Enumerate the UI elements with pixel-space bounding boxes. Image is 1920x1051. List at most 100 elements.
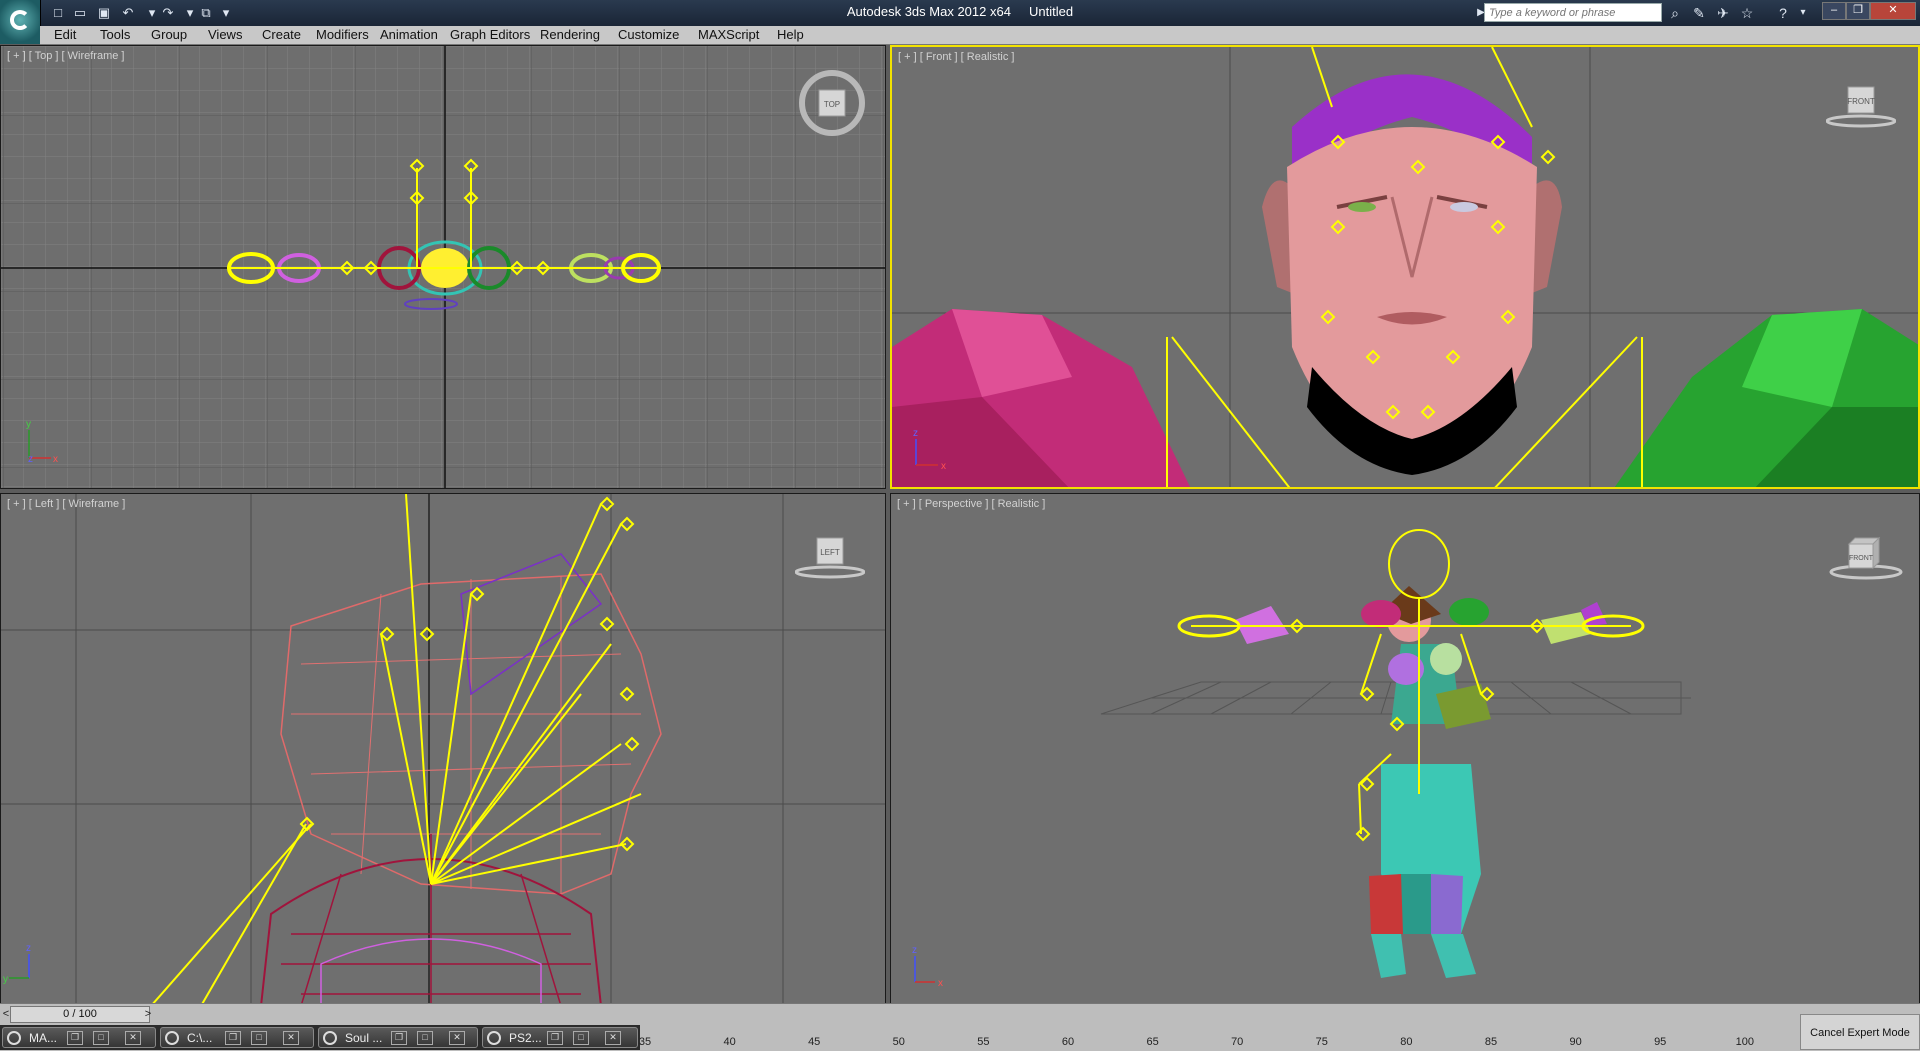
ruler-tick-label: 85 xyxy=(1484,1036,1498,1048)
taskbar-item-label: Soul ... xyxy=(345,1031,383,1045)
close-icon[interactable]: ✕ xyxy=(605,1031,621,1045)
help-icon[interactable]: ? xyxy=(1772,3,1794,23)
restore-icon[interactable]: ❐ xyxy=(547,1031,563,1045)
axis-z-label: z xyxy=(912,945,917,956)
quick-access-dropdown-icon[interactable]: ▾ xyxy=(216,3,236,23)
viewport-front[interactable]: z x [ + ] [ Front ] [ Realistic ] FRONT xyxy=(890,45,1920,489)
left-viewport-canvas: z y xyxy=(1,494,885,1004)
menu-help[interactable]: Help xyxy=(777,27,804,42)
taskbar-item-label: C:\... xyxy=(187,1031,213,1045)
ruler-tick-label: 45 xyxy=(808,1036,821,1048)
ruler-tick-label: 100 xyxy=(1735,1036,1754,1048)
top-viewport-canvas: y x z xyxy=(1,46,885,488)
redo-icon[interactable]: ↷ xyxy=(158,3,178,23)
undo-icon[interactable]: ↶ xyxy=(118,3,138,23)
taskbar-item-max[interactable]: MA... ❐ □ ✕ xyxy=(2,1027,156,1048)
menu-animation[interactable]: Animation xyxy=(380,27,438,42)
viewcube-left[interactable]: LEFT xyxy=(795,532,865,582)
menu-create[interactable]: Create xyxy=(262,27,301,42)
maximize-icon[interactable]: □ xyxy=(93,1031,109,1045)
viewport-label[interactable]: [ + ] [ Top ] [ Wireframe ] xyxy=(7,50,124,62)
axis-y-label: y xyxy=(3,974,8,985)
save-icon[interactable]: ▣ xyxy=(94,3,114,23)
app-icon xyxy=(165,1031,179,1045)
maximize-icon[interactable]: □ xyxy=(251,1031,267,1045)
axis-x-label: x xyxy=(941,461,946,472)
menu-modifiers[interactable]: Modifiers xyxy=(316,27,369,42)
ruler-tick-label: 95 xyxy=(1654,1036,1667,1048)
restore-button[interactable]: ❐ xyxy=(1846,2,1870,20)
app-icon xyxy=(7,1031,21,1045)
axis-z-label: z xyxy=(26,943,31,954)
menu-edit[interactable]: Edit xyxy=(54,27,76,42)
close-icon[interactable]: ✕ xyxy=(125,1031,141,1045)
minimize-button[interactable]: – xyxy=(1822,2,1846,20)
close-icon[interactable]: ✕ xyxy=(283,1031,299,1045)
perspective-viewport-canvas: z x xyxy=(891,494,1919,1004)
project-folder-icon[interactable]: ⧉ xyxy=(196,3,216,23)
taskbar-item-label: MA... xyxy=(29,1031,58,1045)
time-slider-next-button[interactable]: > xyxy=(142,1006,154,1023)
communication-center-icon[interactable]: ✈ xyxy=(1712,3,1734,23)
menu-maxscript[interactable]: MAXScript xyxy=(698,27,759,42)
axis-x-label: x xyxy=(938,978,943,989)
restore-icon[interactable]: ❐ xyxy=(225,1031,241,1045)
menu-graph-editors[interactable]: Graph Editors xyxy=(450,27,530,42)
menu-rendering[interactable]: Rendering xyxy=(540,27,600,42)
front-viewport-canvas: z x xyxy=(892,47,1918,487)
binoculars-icon[interactable]: ⌕ xyxy=(1664,3,1686,23)
time-slider[interactable]: 0 / 100 xyxy=(10,1006,150,1023)
taskbar-item-ps2[interactable]: PS2... ❐ □ ✕ xyxy=(482,1027,638,1048)
open-file-icon[interactable]: ▭ xyxy=(70,3,90,23)
viewport-left[interactable]: z y [ + ] [ Left ] [ Wireframe ] LEFT xyxy=(0,493,886,1005)
taskbar: MA... ❐ □ ✕ C:\... ❐ □ ✕ Soul ... ❐ □ ✕ … xyxy=(0,1025,640,1050)
ruler-tick-label: 75 xyxy=(1315,1036,1328,1048)
viewcube-perspective[interactable]: FRONT xyxy=(1829,530,1903,582)
maximize-icon[interactable]: □ xyxy=(573,1031,589,1045)
app-icon xyxy=(487,1031,501,1045)
viewcube-front[interactable]: FRONT xyxy=(1826,81,1896,131)
viewcube-face-label: FRONT xyxy=(1849,555,1874,562)
new-file-icon[interactable]: □ xyxy=(48,3,68,23)
ruler-tick-label: 35 xyxy=(638,1036,652,1048)
menu-bar: Edit Tools Group Views Create Modifiers … xyxy=(40,26,1920,45)
axis-z-label: z xyxy=(913,428,918,439)
maximize-icon[interactable]: □ xyxy=(417,1031,433,1045)
app-icon xyxy=(323,1031,337,1045)
viewport-label[interactable]: [ + ] [ Front ] [ Realistic ] xyxy=(898,51,1014,63)
menu-tools[interactable]: Tools xyxy=(100,27,130,42)
viewcube-top[interactable]: TOP xyxy=(799,70,865,136)
close-icon[interactable]: ✕ xyxy=(449,1031,465,1045)
menu-customize[interactable]: Customize xyxy=(618,27,679,42)
favorites-star-icon[interactable]: ☆ xyxy=(1736,3,1758,23)
menu-views[interactable]: Views xyxy=(208,27,242,42)
ruler-tick-label: 55 xyxy=(977,1036,990,1048)
ruler-tick-label: 40 xyxy=(723,1036,736,1048)
viewcube-face-label: TOP xyxy=(824,100,840,109)
menu-group[interactable]: Group xyxy=(151,27,187,42)
ruler-tick-label: 90 xyxy=(1569,1036,1582,1048)
help-dropdown-icon[interactable]: ▾ xyxy=(1792,3,1814,23)
search-input[interactable] xyxy=(1484,3,1662,22)
app-logo-icon[interactable] xyxy=(0,0,41,44)
restore-icon[interactable]: ❐ xyxy=(391,1031,407,1045)
taskbar-item-label: PS2... xyxy=(509,1031,542,1045)
restore-icon[interactable]: ❐ xyxy=(67,1031,83,1045)
viewport-perspective[interactable]: z x [ + ] [ Perspective ] [ Realistic ] … xyxy=(890,493,1920,1005)
ruler-tick-label: 80 xyxy=(1400,1036,1413,1048)
viewport-label[interactable]: [ + ] [ Left ] [ Wireframe ] xyxy=(7,498,125,510)
taskbar-item-soul[interactable]: Soul ... ❐ □ ✕ xyxy=(318,1027,478,1048)
close-button[interactable]: ✕ xyxy=(1870,2,1916,20)
ruler-tick-label: 65 xyxy=(1146,1036,1159,1048)
viewport-top[interactable]: y x z [ + ] [ Top ] [ Wireframe ] TOP xyxy=(0,45,886,489)
ruler-tick-label: 70 xyxy=(1231,1036,1244,1048)
cancel-expert-mode-button[interactable]: Cancel Expert Mode xyxy=(1800,1014,1920,1050)
axis-x-label: x xyxy=(53,454,58,465)
viewcube-face-label: FRONT xyxy=(1847,97,1875,106)
viewport-label[interactable]: [ + ] [ Perspective ] [ Realistic ] xyxy=(897,498,1045,510)
taskbar-item-explorer[interactable]: C:\... ❐ □ ✕ xyxy=(160,1027,314,1048)
subscription-icon[interactable]: ✎ xyxy=(1688,3,1710,23)
viewcube-face-label: LEFT xyxy=(820,548,840,557)
ruler-tick-label: 60 xyxy=(1061,1036,1075,1048)
axis-z-label: z xyxy=(28,454,33,465)
